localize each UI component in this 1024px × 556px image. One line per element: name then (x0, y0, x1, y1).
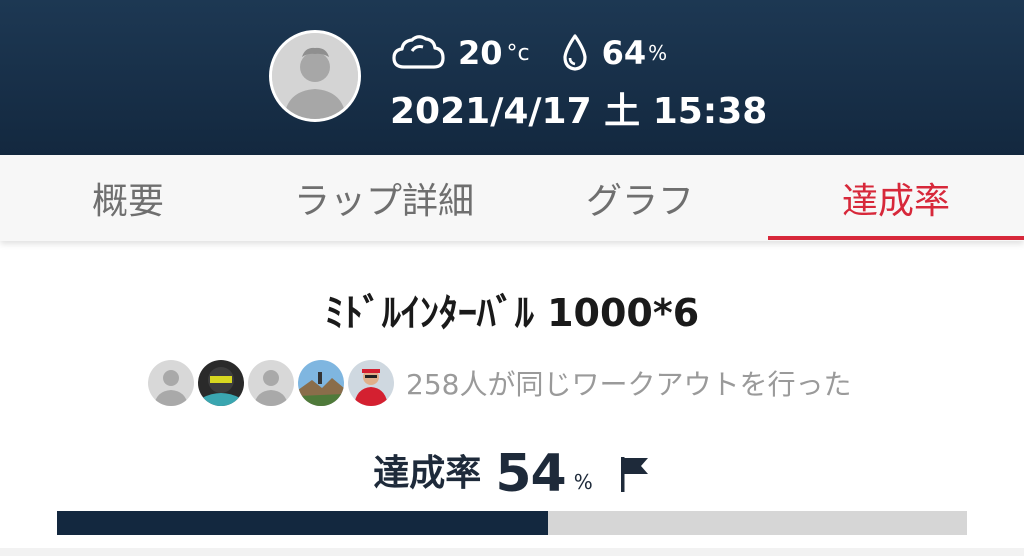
tab-overview[interactable]: 概要 (0, 155, 256, 241)
participant-avatar (246, 358, 296, 408)
workout-title: ﾐﾄﾞﾙｲﾝﾀｰﾊﾞﾙ 1000*6 (324, 291, 700, 335)
temperature-value: 20 (458, 34, 503, 72)
active-tab-indicator (768, 236, 1024, 240)
participant-avatar (296, 358, 346, 408)
tab-graph[interactable]: グラフ (512, 155, 768, 241)
achievement-value: 54 (495, 444, 566, 504)
tab-lap-details[interactable]: ラップ詳細 (256, 155, 512, 241)
participant-avatar (346, 358, 396, 408)
participants-count-text: 258人が同じワークアウトを行った (406, 368, 852, 401)
flag-icon (620, 457, 648, 492)
tab-bar: 概要 ラップ詳細 グラフ 達成率 (0, 155, 1024, 241)
default-avatar-icon (148, 360, 194, 406)
drop-icon (563, 34, 587, 71)
humidity-value: 64 (601, 34, 647, 72)
achievement-summary: 達成率 54 % (0, 444, 1024, 504)
temperature-unit: °c (506, 40, 530, 66)
runner-avatar-icon (348, 360, 394, 406)
achievement-progress-fill (57, 511, 549, 535)
cloud-icon (392, 35, 445, 69)
achievement-label: 達成率 (373, 453, 482, 494)
humidity-unit: % (648, 41, 668, 65)
participant-avatar (196, 358, 246, 408)
section-divider (0, 548, 1024, 556)
participants-row[interactable]: 258人が同じワークアウトを行った (146, 356, 851, 410)
landscape-avatar-icon (298, 360, 344, 406)
achievement-progress-bar (57, 511, 967, 535)
workout-datetime: 2021/4/17 土 15:38 (390, 91, 768, 132)
default-avatar-icon (248, 360, 294, 406)
tab-achievement[interactable]: 達成率 (768, 155, 1024, 241)
default-avatar-icon (272, 33, 358, 119)
achievement-unit: % (573, 470, 593, 494)
emblem-avatar-icon (198, 360, 244, 406)
weather-info: 20 °c 64 % (390, 28, 667, 78)
header-bar: 20 °c 64 % 2021/4/17 土 15:38 (0, 0, 1024, 155)
participant-avatar (146, 358, 196, 408)
user-avatar[interactable] (269, 30, 361, 122)
